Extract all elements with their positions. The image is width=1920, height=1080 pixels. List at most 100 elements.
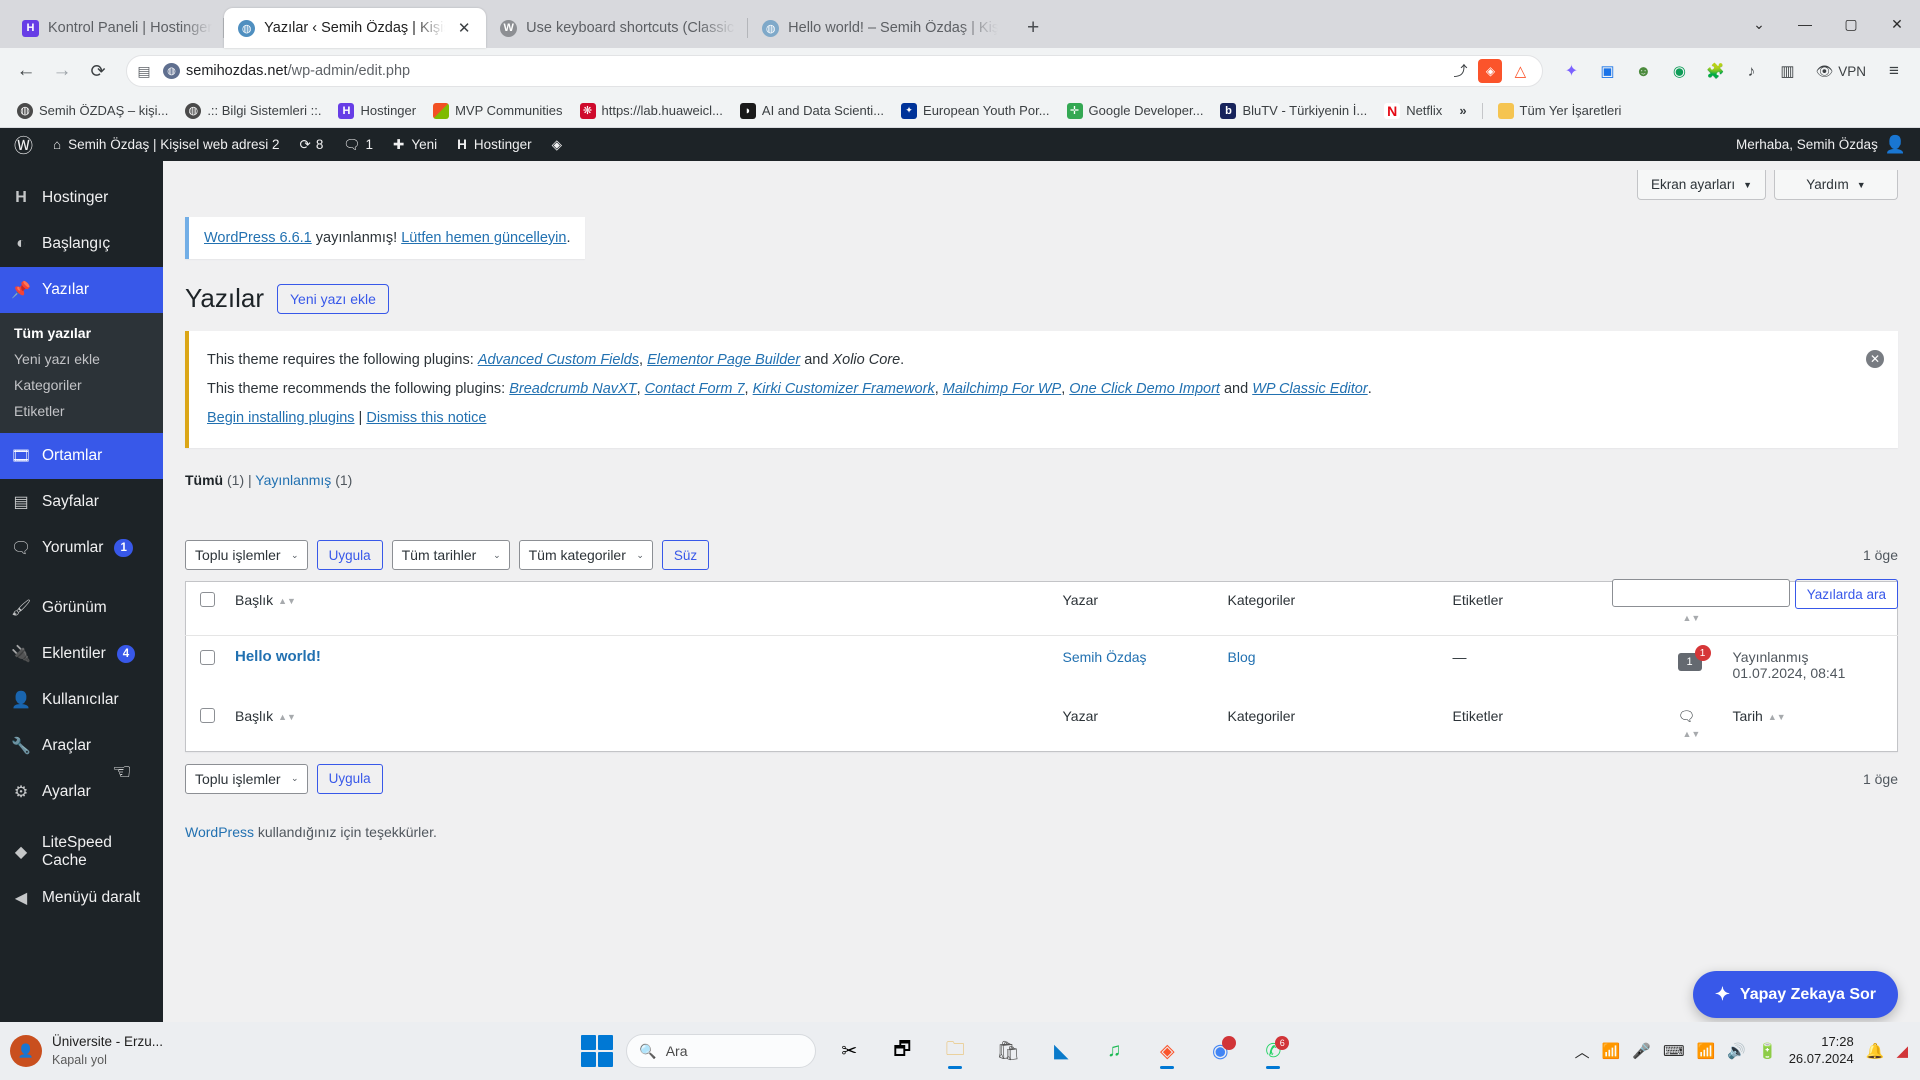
leo-ai-icon[interactable]: ✦ bbox=[1555, 55, 1587, 87]
wordpress-logo-icon[interactable]: Ⓦ bbox=[4, 128, 43, 161]
sidebar-subitem-etiketler[interactable]: Etiketler bbox=[0, 398, 163, 424]
begin-installing-plugins-link[interactable]: Begin installing plugins bbox=[207, 410, 355, 426]
browser-tab-2[interactable]: W Use keyboard shortcuts (Classic Edit bbox=[486, 8, 749, 48]
microsoft-store-icon[interactable]: 🛍 bbox=[988, 1031, 1028, 1071]
comment-count-bubble[interactable]: 1 1 bbox=[1677, 645, 1711, 671]
file-explorer-icon[interactable]: 🗀 bbox=[935, 1031, 975, 1071]
people-icon[interactable]: ☻ bbox=[1627, 55, 1659, 87]
taskbar-user-area[interactable]: 👤 Üniversite - Erzu... Kapalı yol bbox=[0, 1033, 300, 1068]
plugin-link[interactable]: Contact Form 7 bbox=[645, 381, 745, 397]
search-posts-button[interactable]: Yazılarda ara bbox=[1794, 579, 1898, 609]
action-center-icon[interactable]: ◢ bbox=[1896, 1042, 1908, 1060]
new-tab-button[interactable]: + bbox=[1016, 11, 1050, 45]
date-filter-select[interactable]: Tüm tarihler ⌄ bbox=[391, 540, 510, 570]
bookmark-item[interactable]: b BluTV - Türkiyenin İ... bbox=[1213, 99, 1374, 123]
taskbar-search[interactable]: 🔍 Ara bbox=[626, 1034, 817, 1068]
puzzle-icon[interactable]: 🧩 bbox=[1699, 55, 1731, 87]
post-title-link[interactable]: Hello world! bbox=[235, 648, 321, 665]
sidebar-subitem-tum-yazilar[interactable]: Tüm yazılar bbox=[0, 320, 163, 346]
bulk-actions-select-top[interactable]: Toplu işlemler ⌄ bbox=[185, 540, 308, 570]
sidebar-item-collapse-menu[interactable]: ◀ Menüyü daralt bbox=[0, 875, 163, 921]
post-category-link[interactable]: Blog bbox=[1228, 649, 1256, 665]
select-all-checkbox-bottom[interactable] bbox=[200, 707, 215, 723]
sidebar-subitem-kategoriler[interactable]: Kategoriler bbox=[0, 372, 163, 398]
column-footer-date[interactable]: Tarih ▲▼ bbox=[1723, 698, 1898, 752]
sidebar-item-gorunum[interactable]: 🖌 Görünüm bbox=[0, 585, 163, 631]
updates-menu[interactable]: ⟳ 8 bbox=[290, 128, 334, 161]
plugin-link[interactable]: One Click Demo Import bbox=[1069, 381, 1220, 397]
sidebar-subitem-yeni-yazi-ekle[interactable]: Yeni yazı ekle bbox=[0, 346, 163, 372]
chevron-up-icon[interactable]: ︿ bbox=[1575, 1041, 1590, 1062]
help-button[interactable]: Yardım ▼ bbox=[1774, 170, 1898, 200]
snipping-tool-icon[interactable]: ✂ bbox=[829, 1031, 869, 1071]
chevron-down-icon[interactable]: ⌄ bbox=[1736, 0, 1782, 48]
column-header-title[interactable]: Başlık ▲▼ bbox=[225, 582, 1053, 636]
column-footer-comments[interactable]: 🗨 ▲▼ bbox=[1668, 698, 1723, 752]
shield-icon[interactable]: ◈ bbox=[1478, 59, 1503, 83]
sort-title-link[interactable]: Başlık bbox=[235, 592, 273, 608]
sidebar-item-yazilar[interactable]: 📌 Yazılar bbox=[0, 267, 163, 313]
filter-button[interactable]: Süz bbox=[661, 540, 710, 570]
sidebar-item-ortamlar[interactable]: 🎞 Ortamlar bbox=[0, 433, 163, 479]
comments-menu[interactable]: 🗨 1 bbox=[333, 128, 383, 161]
task-view-icon[interactable]: 🗗 bbox=[882, 1031, 922, 1071]
graph-icon[interactable]: 📶 bbox=[1602, 1042, 1621, 1060]
wordpress-link[interactable]: WordPress bbox=[185, 824, 254, 840]
music-icon[interactable]: ♪ bbox=[1735, 55, 1767, 87]
sidebar-item-ayarlar[interactable]: ⚙ Ayarlar bbox=[0, 769, 163, 815]
filter-published-label[interactable]: Yayınlanmış bbox=[255, 472, 331, 488]
filter-all-label[interactable]: Tümü bbox=[185, 472, 223, 488]
brave-browser-icon[interactable]: ◈ bbox=[1147, 1031, 1187, 1071]
sort-title-link-bottom[interactable]: Başlık bbox=[235, 708, 273, 724]
apply-bulk-top-button[interactable]: Uygula bbox=[316, 540, 383, 570]
bookmark-item[interactable]: ◍ .:: Bilgi Sistemleri ::. bbox=[178, 99, 328, 123]
bookmark-item[interactable]: MVP Communities bbox=[426, 99, 569, 123]
bell-icon[interactable]: 🔔 bbox=[1866, 1042, 1885, 1060]
update-version-link[interactable]: WordPress 6.6.1 bbox=[204, 230, 312, 246]
windows-start-icon[interactable] bbox=[581, 1035, 614, 1067]
whatsapp-icon[interactable]: ✆ 6 bbox=[1253, 1031, 1293, 1071]
wifi-icon[interactable]: 📶 bbox=[1697, 1042, 1716, 1060]
profile-icon[interactable]: ◉ bbox=[1663, 55, 1695, 87]
browser-tab-3[interactable]: ◍ Hello world! – Semih Özdaş | Kişise bbox=[748, 8, 1010, 48]
site-name-menu[interactable]: ⌂ Semih Özdaş | Kişisel web adresi 2 bbox=[43, 128, 290, 161]
sidebar-icon[interactable]: ▥ bbox=[1771, 55, 1803, 87]
sort-date-link-bottom[interactable]: Tarih bbox=[1733, 708, 1763, 724]
google-chrome-icon[interactable]: ◉ bbox=[1200, 1031, 1240, 1071]
close-icon[interactable]: ✕ bbox=[454, 18, 474, 38]
category-filter-select[interactable]: Tüm kategoriler ⌄ bbox=[518, 540, 653, 570]
ask-ai-button[interactable]: ✦ Yapay Zekaya Sor bbox=[1692, 971, 1898, 1018]
vpn-button[interactable]: 👁 VPN bbox=[1807, 63, 1874, 80]
browser-tab-1[interactable]: ◍ Yazılar ‹ Semih Özdaş | Kişisel w ✕ bbox=[224, 8, 487, 48]
battery-icon[interactable]: 🔋 bbox=[1758, 1042, 1777, 1060]
plugin-link[interactable]: Elementor Page Builder bbox=[647, 352, 800, 368]
browser-tab-0[interactable]: H Kontrol Paneli | Hostinger bbox=[8, 8, 225, 48]
volume-icon[interactable]: 🔊 bbox=[1727, 1042, 1746, 1060]
screen-settings-button[interactable]: Ekran ayarları ▼ bbox=[1637, 170, 1766, 200]
taskbar-clock[interactable]: 17:28 26.07.2024 bbox=[1789, 1034, 1854, 1068]
bookmark-item[interactable]: ✛ Google Developer... bbox=[1060, 99, 1211, 123]
select-all-checkbox[interactable] bbox=[200, 592, 215, 607]
brave-rewards-icon[interactable]: △ bbox=[1508, 59, 1532, 83]
reading-list-icon[interactable]: ▤ bbox=[131, 58, 157, 84]
bookmark-item[interactable]: H Hostinger bbox=[331, 99, 423, 123]
sidebar-item-kullanicilar[interactable]: 👤 Kullanıcılar bbox=[0, 677, 163, 723]
maximize-button[interactable]: ▢ bbox=[1828, 0, 1874, 48]
reload-icon[interactable]: ⟳ bbox=[82, 55, 114, 87]
sidebar-item-sayfalar[interactable]: ▤ Sayfalar ☜ bbox=[0, 479, 163, 784]
spotify-icon[interactable]: ♫ bbox=[1094, 1031, 1134, 1071]
all-bookmarks-folder[interactable]: Tüm Yer İşaretleri bbox=[1491, 99, 1629, 123]
post-author-link[interactable]: Semih Özdaş bbox=[1063, 649, 1147, 665]
bookmark-item[interactable]: ❋ https://lab.huaweicl... bbox=[573, 99, 730, 123]
share-icon[interactable]: ⤴ bbox=[1448, 59, 1472, 83]
plugin-link[interactable]: Mailchimp For WP bbox=[943, 381, 1061, 397]
extension-icon[interactable]: ▣ bbox=[1591, 55, 1623, 87]
visual-studio-code-icon[interactable]: ◣ bbox=[1041, 1031, 1081, 1071]
elementor-icon[interactable]: ◈ bbox=[542, 128, 572, 161]
bookmarks-overflow-button[interactable]: » bbox=[1452, 99, 1473, 122]
add-new-post-button[interactable]: Yeni yazı ekle bbox=[277, 283, 389, 314]
hostinger-menu[interactable]: H Hostinger bbox=[447, 128, 542, 161]
search-input[interactable] bbox=[1611, 579, 1790, 607]
address-bar[interactable]: ▤ ◍ semihozdas.net/wp-admin/edit.php ⤴ ◈… bbox=[126, 55, 1544, 87]
sidebar-item-hostinger[interactable]: H Hostinger bbox=[0, 175, 163, 221]
